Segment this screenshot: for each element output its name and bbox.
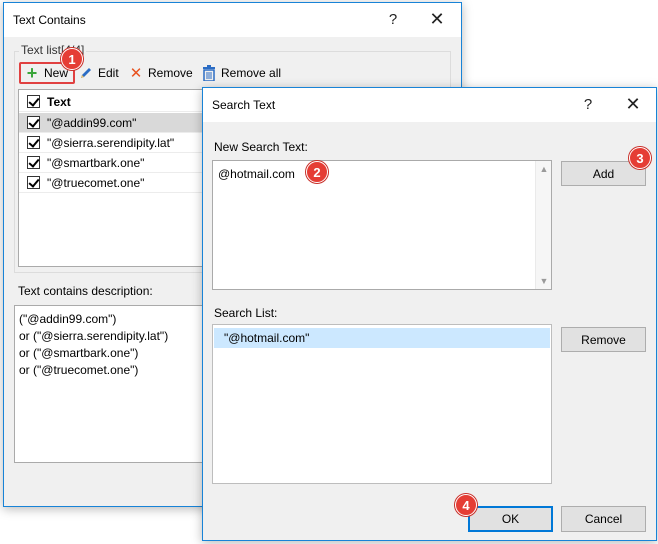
add-button-label: Add [592,166,615,181]
step-badge-3: 3 [629,147,651,169]
step-badge-1: 1 [61,48,83,70]
search-list: "@hotmail.com" [212,324,552,484]
remove-button-label: Remove [581,332,626,347]
trash-icon [201,65,217,81]
title-bar: Search Text ? ✕ [203,88,656,122]
close-button[interactable]: ✕ [624,94,642,115]
plus-icon: + [26,62,38,83]
ok-button[interactable]: OK [468,506,553,532]
description-line: or ("@truecomet.one") [19,363,139,377]
list-item-label: "@truecomet.one" [47,175,145,190]
step-badge-4: 4 [455,494,477,516]
item-checkbox[interactable] [27,136,40,149]
close-button[interactable]: ✕ [428,9,446,30]
scroll-up-icon[interactable]: ▲ [536,164,552,174]
item-checkbox[interactable] [27,116,40,129]
remove-button[interactable]: ✕ Remove [128,62,193,84]
list-item-label: "@addin99.com" [47,115,137,130]
new-button-label: New [44,66,69,80]
pencil-icon [78,65,94,81]
new-search-value: @hotmail.com [218,167,295,181]
dialog-title: Text Contains [13,13,86,27]
title-bar: Text Contains ? ✕ [4,3,461,37]
search-text-dialog: Search Text ? ✕ New Search Text: @hotmai… [202,87,657,541]
list-item-label: "@sierra.serendipity.lat" [47,135,175,150]
scroll-down-icon[interactable]: ▼ [536,276,552,286]
list-item-label: "@smartbark.one" [47,155,145,170]
list-header-label: Text [47,94,71,109]
remove-button[interactable]: Remove [561,327,646,352]
remove-button-label: Remove [148,66,193,80]
edit-button[interactable]: Edit [78,62,119,84]
list-item[interactable]: "@hotmail.com" [214,328,550,348]
description-label: Text contains description: [18,284,153,298]
dialog-title: Search Text [212,98,276,112]
remove-icon: ✕ [129,65,143,82]
cancel-button[interactable]: Cancel [561,506,646,532]
remove-all-button[interactable]: Remove all [201,62,281,84]
select-all-checkbox[interactable] [27,95,40,108]
item-checkbox[interactable] [27,176,40,189]
ok-button-label: OK [501,512,520,526]
remove-all-button-label: Remove all [221,66,282,80]
help-button[interactable]: ? [580,96,596,113]
new-search-input[interactable]: @hotmail.com ▲ ▼ [212,160,552,290]
description-line: or ("@smartbark.one") [19,346,139,360]
edit-button-label: Edit [98,66,119,80]
cancel-button-label: Cancel [584,512,623,526]
scrollbar[interactable]: ▲ ▼ [535,161,551,289]
search-list-label: Search List: [214,306,278,320]
new-search-label: New Search Text: [214,140,308,154]
description-line: or ("@sierra.serendipity.lat") [19,329,169,343]
step-badge-2: 2 [306,161,328,183]
help-button[interactable]: ? [385,11,401,28]
item-checkbox[interactable] [27,156,40,169]
search-list-item-label: "@hotmail.com" [224,331,310,345]
description-line: ("@addin99.com") [19,312,117,326]
description-box: ("@addin99.com") or ("@sierra.serendipit… [14,305,214,463]
